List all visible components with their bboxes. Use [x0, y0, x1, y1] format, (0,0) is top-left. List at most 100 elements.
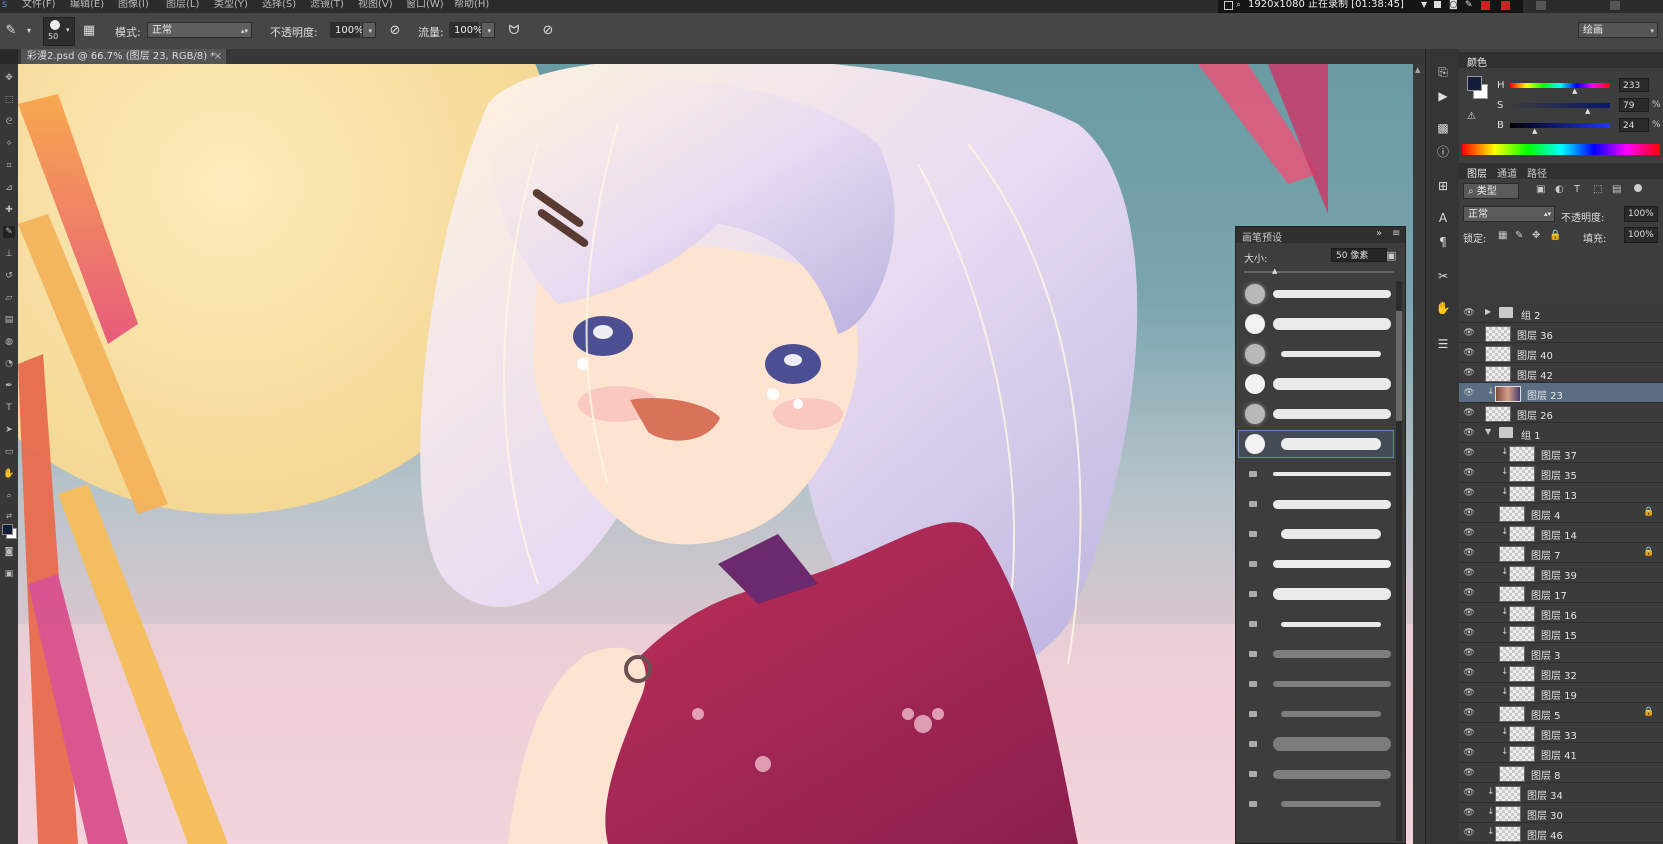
filter-toggle[interactable] [1634, 184, 1642, 192]
tab-channels[interactable]: 通道 [1497, 165, 1517, 180]
layer-row[interactable]: 👁 ↓ 图层 34 [1459, 783, 1663, 803]
visibility-eye-icon[interactable]: 👁 [1463, 407, 1475, 419]
menu-image[interactable]: 图像(I) [118, 0, 149, 13]
brush-preset-item[interactable] [1239, 551, 1393, 577]
mode-select[interactable]: 正常 ▴▾ [147, 22, 252, 38]
layer-row[interactable]: 👁 图层 3 [1459, 643, 1663, 663]
saturation-thumb-icon[interactable]: ▲ [1585, 107, 1590, 115]
layer-row[interactable]: 👁 图层 40 [1459, 343, 1663, 363]
brush-preset-item[interactable] [1239, 761, 1393, 787]
visibility-eye-icon[interactable]: 👁 [1463, 807, 1475, 819]
layer-filter-select[interactable]: ⌕ 类型 [1463, 183, 1519, 199]
pressure-size-icon[interactable]: ⊘ [539, 22, 557, 40]
tool-presets-icon[interactable]: ✂ [1434, 267, 1452, 285]
healing-tool-icon[interactable]: ✚ [3, 204, 15, 216]
visibility-eye-icon[interactable]: 👁 [1463, 607, 1475, 619]
layer-row[interactable]: 👁 图层 8 [1459, 763, 1663, 783]
layer-row[interactable]: 👁 ↓ 图层 19 [1459, 683, 1663, 703]
brush-preset-item[interactable] [1239, 341, 1393, 367]
paragraph-icon[interactable]: ¶ [1434, 233, 1452, 251]
visibility-eye-icon[interactable]: 👁 [1463, 547, 1475, 559]
flow-input[interactable]: 100% [449, 22, 483, 38]
move-tool-icon[interactable]: ✥ [3, 72, 15, 84]
brush-list-scrollbar[interactable] [1396, 281, 1402, 841]
search-icon[interactable]: ⌕ [1236, 0, 1245, 10]
quick-select-tool-icon[interactable]: ✧ [3, 138, 15, 150]
screen-mode-icon[interactable]: ▣ [3, 568, 15, 580]
menu-filter[interactable]: 滤镜(T) [310, 0, 344, 13]
hand-tool-icon[interactable]: ✋ [3, 468, 15, 480]
layer-row[interactable]: 👁 ↓ 图层 16 [1459, 603, 1663, 623]
brush-preset-item[interactable] [1238, 430, 1394, 458]
filter-pixel-icon[interactable]: ▣ [1536, 184, 1545, 195]
pressure-opacity-icon[interactable]: ⊘ [386, 22, 404, 40]
document-tab[interactable]: 彩漫2.psd @ 66.7% (图层 23, RGB/8) * × [21, 49, 226, 64]
layer-row[interactable]: 👁 图层 42 [1459, 363, 1663, 383]
quick-mask-icon[interactable]: ◙ [3, 546, 15, 558]
visibility-eye-icon[interactable]: 👁 [1463, 387, 1475, 399]
layer-row[interactable]: 👁 ↓ 图层 41 [1459, 743, 1663, 763]
layer-group-row[interactable]: 👁 ▶ 组 2 [1459, 303, 1663, 323]
actions-play-icon[interactable]: ▶ [1434, 87, 1452, 105]
filter-type-icon[interactable]: T [1574, 184, 1580, 195]
tab-color[interactable]: 颜色 [1467, 54, 1487, 69]
menu-type[interactable]: 类型(Y) [214, 0, 248, 13]
close-record-icon[interactable] [1501, 1, 1510, 10]
lock-position-icon[interactable]: ✥ [1532, 230, 1540, 241]
layer-opacity-input[interactable]: 100% [1624, 206, 1658, 222]
filter-shape-icon[interactable]: ⬚ [1593, 184, 1602, 195]
layer-row[interactable]: 👁 ↓ 图层 14 [1459, 523, 1663, 543]
brush-preset-item[interactable] [1239, 791, 1393, 817]
saturation-value[interactable]: 79 [1619, 98, 1649, 112]
layer-row[interactable]: 👁 ↓ 图层 13 [1459, 483, 1663, 503]
brush-preset-item[interactable] [1239, 581, 1393, 607]
foreground-color-swatch[interactable] [1467, 76, 1482, 91]
marquee-tool-icon[interactable]: ⬚ [3, 94, 15, 106]
menu-edit[interactable]: 编辑(E) [70, 0, 104, 13]
character-icon[interactable]: A [1434, 209, 1452, 227]
saturation-slider[interactable] [1510, 103, 1610, 108]
layer-row[interactable]: 👁 ↓ 图层 46 [1459, 823, 1663, 843]
swap-colors-icon[interactable]: ⇄ [3, 510, 15, 522]
info-icon[interactable]: ⓘ [1434, 143, 1452, 161]
tab-layers[interactable]: 图层 [1467, 165, 1487, 180]
brush-preset-item[interactable] [1239, 521, 1393, 547]
visibility-eye-icon[interactable]: 👁 [1463, 787, 1475, 799]
panel-menu-icon[interactable]: ≡ [1392, 228, 1400, 239]
workspace-select[interactable]: 绘画 ▾ [1578, 22, 1658, 38]
menu-window[interactable]: 窗口(W) [406, 0, 444, 13]
pen-icon[interactable]: ✎ [1465, 0, 1474, 10]
ps-logo-icon[interactable]: s [2, 0, 7, 13]
lasso-tool-icon[interactable]: ᘓ [3, 116, 15, 128]
brush-panel-toggle-icon[interactable]: ▦ [80, 22, 98, 40]
foreground-color-swatch[interactable] [2, 524, 13, 535]
visibility-eye-icon[interactable]: 👁 [1463, 347, 1475, 359]
brush-size-slider[interactable]: ▲ [1244, 267, 1394, 275]
layer-group-row[interactable]: 👁 ▼ 组 1 [1459, 423, 1663, 443]
layer-row[interactable]: 👁 ↓ 图层 30 [1459, 803, 1663, 823]
scroll-up-icon[interactable]: ▲ [1415, 66, 1420, 74]
airbrush-icon[interactable]: ᗢ [505, 22, 523, 40]
filter-smart-icon[interactable]: ▤ [1612, 184, 1621, 195]
visibility-eye-icon[interactable]: 👁 [1463, 647, 1475, 659]
layer-row[interactable]: 👁 ↓ 图层 32 [1459, 663, 1663, 683]
brush-preset-item[interactable] [1239, 461, 1393, 487]
record-icon[interactable] [1481, 1, 1490, 10]
lock-all-icon[interactable]: 🔒 [1549, 230, 1561, 241]
minimize-button[interactable] [1536, 1, 1546, 10]
menu-view[interactable]: 视图(V) [358, 0, 393, 13]
gradient-tool-icon[interactable]: ▤ [3, 314, 15, 326]
window-icon[interactable] [1224, 1, 1233, 10]
layer-row[interactable]: 👁 图层 4 🔒 [1459, 503, 1663, 523]
menu-file[interactable]: 文件(F) [22, 0, 56, 13]
visibility-eye-icon[interactable]: 👁 [1463, 667, 1475, 679]
visibility-eye-icon[interactable]: 👁 [1463, 587, 1475, 599]
close-icon[interactable]: × [214, 49, 222, 64]
visibility-eye-icon[interactable]: 👁 [1463, 327, 1475, 339]
flow-dropdown[interactable]: ▾ [481, 22, 495, 38]
menu-help[interactable]: 帮助(H) [454, 0, 489, 13]
pen-tool-icon[interactable]: ✒ [3, 380, 15, 392]
tab-paths[interactable]: 路径 [1527, 165, 1547, 180]
layer-row[interactable]: 👁 图层 5 🔒 [1459, 703, 1663, 723]
visibility-eye-icon[interactable]: 👁 [1463, 447, 1475, 459]
